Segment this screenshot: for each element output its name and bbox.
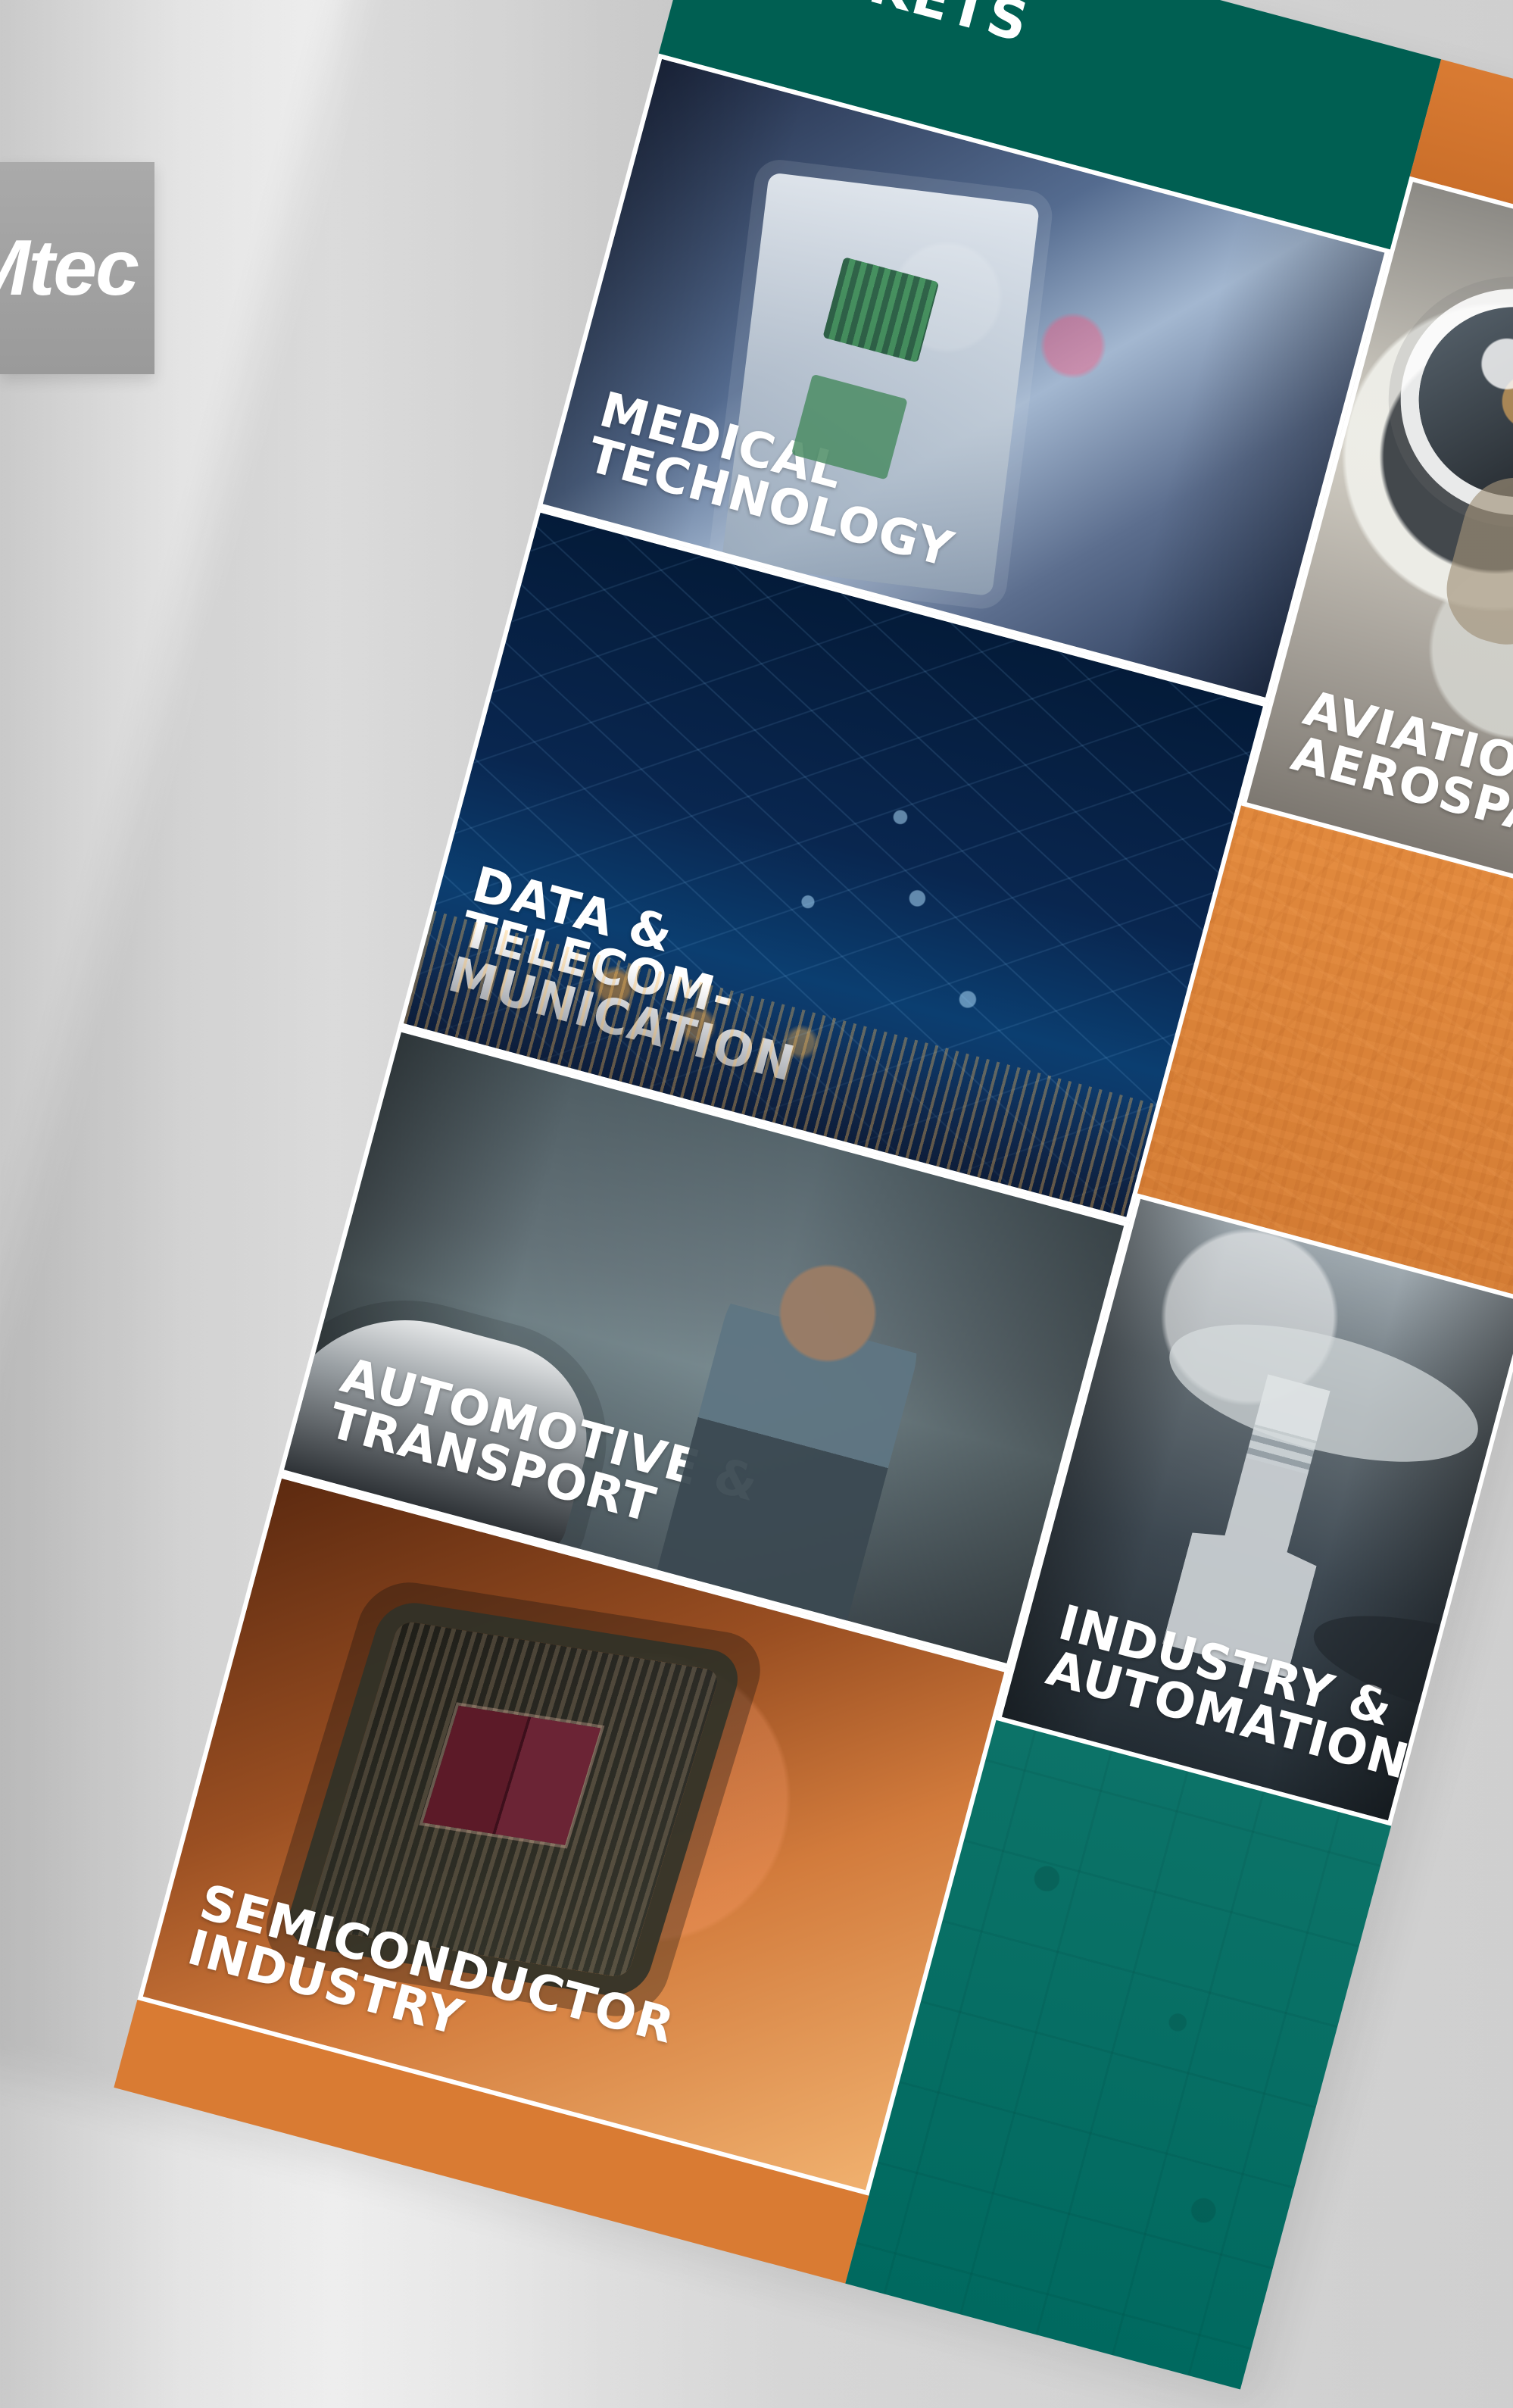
logo-card: Mtec (0, 162, 154, 374)
markets-brochure: MARKETS MEDICAL TECHNOLOGY DATA & TELECO… (0, 0, 1513, 2390)
logo-text: Mtec (0, 224, 139, 312)
markets-title: MARKETS (725, 0, 1036, 55)
